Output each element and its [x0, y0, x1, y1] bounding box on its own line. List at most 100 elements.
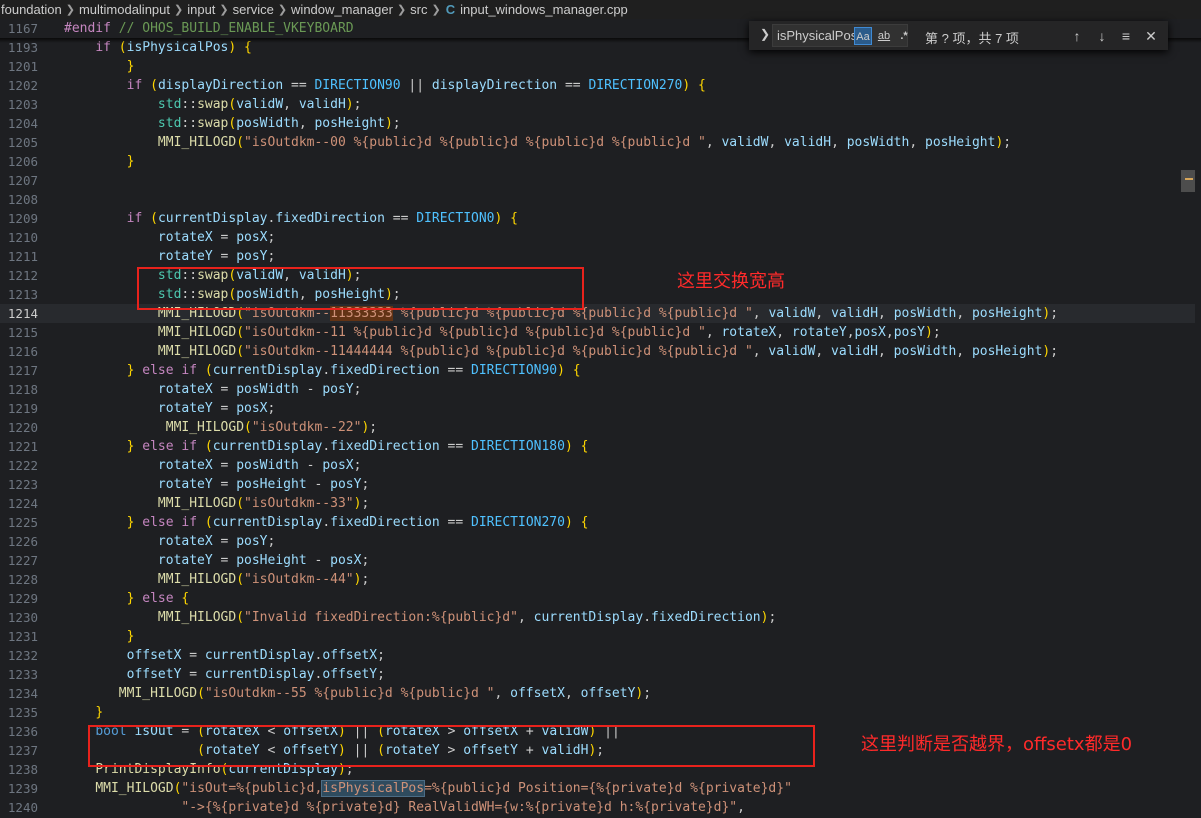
code-text: std::swap(validW, validH); — [157, 97, 362, 112]
arrow-down-icon[interactable]: ↓ — [1092, 26, 1112, 46]
line-number: 1202 — [7, 78, 38, 93]
code-line[interactable]: 1234 MMI_HILOGD("isOutdkm--55 %{public}d… — [0, 684, 1195, 703]
code-line[interactable]: 1233 offsetY = currentDisplay.offsetY; — [0, 665, 1195, 684]
code-text: MMI_HILOGD("isOut=%{public}d,isPhysicalP… — [95, 780, 792, 797]
whole-word-toggle[interactable]: ab — [875, 27, 893, 45]
annotation-box-bounds — [88, 725, 815, 767]
find-input-value: isPhysicalPos — [777, 28, 858, 43]
selection-filter-icon[interactable]: ≡ — [1116, 26, 1136, 46]
code-line[interactable]: 1223 rotateY = posHeight - posY; — [0, 475, 1195, 494]
match-count: 第 ? 项，共 7 项 — [925, 31, 1019, 46]
annotation-text-swap: 这里交换宽高 — [677, 271, 785, 292]
code-text: MMI_HILOGD("isOutdkm--44"); — [157, 572, 370, 587]
line-number: 1236 — [7, 724, 38, 739]
breadcrumb-item[interactable]: foundation — [0, 2, 63, 17]
regex-toggle[interactable]: .* — [895, 27, 913, 45]
code-line[interactable]: 1202 if (displayDirection == DIRECTION90… — [0, 76, 1195, 95]
code-line[interactable]: 1240 "->{%{private}d %{private}d} RealVa… — [0, 798, 1195, 817]
line-number: 1233 — [7, 667, 38, 682]
code-line[interactable]: 1208 — [0, 190, 1195, 209]
breadcrumb-item[interactable]: window_manager — [290, 2, 394, 17]
code-text: MMI_HILOGD("isOutdkm--11 %{public}d %{pu… — [157, 325, 941, 340]
line-number: 1203 — [7, 97, 38, 112]
line-number: 1209 — [7, 211, 38, 226]
line-number: 1229 — [7, 591, 38, 606]
code-line[interactable]: 1218 rotateX = posWidth - posY; — [0, 380, 1195, 399]
find-widget: ❯ isPhysicalPos Aa ab .* 第 ? 项，共 7 项 ↑ ↓… — [749, 21, 1168, 50]
line-number: 1167 — [7, 21, 38, 36]
scrollbar-thumb[interactable] — [1181, 170, 1195, 192]
code-line[interactable]: 1210 rotateX = posX; — [0, 228, 1195, 247]
code-text: if (displayDirection == DIRECTION90 || d… — [126, 78, 706, 93]
breadcrumb-item[interactable]: src — [409, 2, 428, 17]
code-line[interactable]: 1207 — [0, 171, 1195, 190]
code-line[interactable]: 1229 } else { — [0, 589, 1195, 608]
code-text: MMI_HILOGD("isOutdkm--33"); — [157, 496, 370, 511]
code-text: MMI_HILOGD("Invalid fixedDirection:%{pub… — [157, 610, 777, 625]
code-line[interactable]: 1203 std::swap(validW, validH); — [0, 95, 1195, 114]
code-line[interactable]: 1235 } — [0, 703, 1195, 722]
breadcrumb-item[interactable]: input — [186, 2, 216, 17]
chevron-right-icon: ❯ — [277, 4, 288, 16]
code-line[interactable]: 1201 } — [0, 57, 1195, 76]
code-line[interactable]: 1217 } else if (currentDisplay.fixedDire… — [0, 361, 1195, 380]
code-line[interactable]: 1219 rotateY = posX; — [0, 399, 1195, 418]
code-text: rotateX = posX; — [157, 230, 276, 245]
annotation-text-bounds: 这里判断是否越界，offsetx都是0 — [861, 734, 1133, 755]
scrollbar-find-marker — [1185, 178, 1193, 180]
line-number: 1208 — [7, 192, 38, 207]
code-line[interactable]: 1204 std::swap(posWidth, posHeight); — [0, 114, 1195, 133]
line-number: 1225 — [7, 515, 38, 530]
match-case-toggle[interactable]: Aa — [854, 27, 872, 45]
code-line[interactable]: 1209 if (currentDisplay.fixedDirection =… — [0, 209, 1195, 228]
line-number: 1215 — [7, 325, 38, 340]
code-text: } — [126, 154, 135, 169]
chevron-right-icon[interactable]: ❯ — [760, 27, 770, 41]
chevron-right-icon: ❯ — [219, 4, 229, 16]
line-number: 1206 — [7, 154, 38, 169]
code-line[interactable]: 1226 rotateX = posY; — [0, 532, 1195, 551]
breadcrumb-item[interactable]: service — [232, 2, 275, 17]
code-line[interactable]: 1222 rotateX = posWidth - posX; — [0, 456, 1195, 475]
code-editor[interactable]: 1167 #endif // OHOS_BUILD_ENABLE_VKEYBOAR… — [0, 19, 1201, 818]
breadcrumb-item[interactable]: multimodalinput — [78, 2, 171, 17]
code-line[interactable]: 1211 rotateY = posY; — [0, 247, 1195, 266]
close-icon[interactable]: ✕ — [1141, 26, 1161, 46]
chevron-right-icon: ❯ — [396, 4, 407, 16]
arrow-up-icon[interactable]: ↑ — [1067, 26, 1087, 46]
code-text: rotateY = posHeight - posX; — [157, 553, 370, 568]
code-line[interactable]: 1221 } else if (currentDisplay.fixedDire… — [0, 437, 1195, 456]
breadcrumb-file[interactable]: input_windows_manager.cpp — [459, 2, 629, 17]
find-input[interactable]: isPhysicalPos Aa ab .* — [772, 24, 908, 47]
code-line[interactable]: 1225 } else if (currentDisplay.fixedDire… — [0, 513, 1195, 532]
vertical-scrollbar[interactable] — [1181, 45, 1195, 818]
code-text: rotateX = posWidth - posX; — [157, 458, 362, 473]
line-number: 1228 — [7, 572, 38, 587]
line-number: 1226 — [7, 534, 38, 549]
code-line[interactable]: 1220 MMI_HILOGD("isOutdkm--22"); — [0, 418, 1195, 437]
code-line[interactable]: 1239 MMI_HILOGD("isOut=%{public}d,isPhys… — [0, 779, 1195, 798]
code-text: rotateX = posWidth - posY; — [157, 382, 362, 397]
code-line[interactable]: 1228 MMI_HILOGD("isOutdkm--44"); — [0, 570, 1195, 589]
line-number: 1230 — [7, 610, 38, 625]
line-number: 1239 — [7, 781, 38, 796]
line-number: 1222 — [7, 458, 38, 473]
line-number: 1224 — [7, 496, 38, 511]
code-line[interactable]: 1205 MMI_HILOGD("isOutdkm--00 %{public}d… — [0, 133, 1195, 152]
line-number: 1220 — [7, 420, 38, 435]
code-line[interactable]: 1224 MMI_HILOGD("isOutdkm--33"); — [0, 494, 1195, 513]
code-line[interactable]: 1215 MMI_HILOGD("isOutdkm--11 %{public}d… — [0, 323, 1195, 342]
code-line[interactable]: 1216 MMI_HILOGD("isOutdkm--11444444 %{pu… — [0, 342, 1195, 361]
line-number: 1217 — [7, 363, 38, 378]
code-line[interactable]: 1232 offsetX = currentDisplay.offsetX; — [0, 646, 1195, 665]
code-line[interactable]: 1230 MMI_HILOGD("Invalid fixedDirection:… — [0, 608, 1195, 627]
breadcrumb: foundation ❯ multimodalinput ❯ input ❯ service… — [0, 0, 1201, 19]
code-line[interactable]: 1206 } — [0, 152, 1195, 171]
line-number: 1234 — [7, 686, 38, 701]
code-line[interactable]: 1231 } — [0, 627, 1195, 646]
line-number: 1238 — [7, 762, 38, 777]
code-line[interactable]: 1227 rotateY = posHeight - posX; — [0, 551, 1195, 570]
line-number: 1204 — [7, 116, 38, 131]
code-text: } else if (currentDisplay.fixedDirection… — [126, 439, 589, 454]
code-text: offsetX = currentDisplay.offsetX; — [126, 648, 385, 663]
